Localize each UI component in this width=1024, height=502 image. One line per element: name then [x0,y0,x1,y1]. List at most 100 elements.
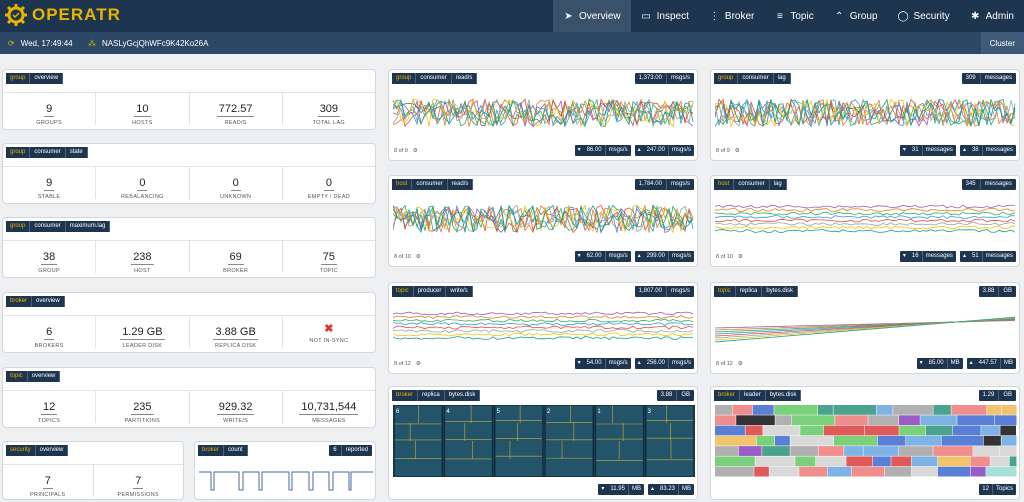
nav-group[interactable]: ⌃ Group [824,0,888,32]
topic-block[interactable] [1000,425,1017,436]
stat-rebalancing[interactable]: 0 REBALANCING [96,167,190,200]
stat-groups[interactable]: 9 GROUPS [3,93,97,126]
topic-block[interactable] [815,456,846,467]
stat-partitions[interactable]: 235 PARTITIONS [96,391,190,424]
topic-block[interactable] [941,435,984,446]
settings-icon[interactable]: ⚙ [738,254,743,260]
settings-icon[interactable]: ⚙ [416,361,421,367]
nav-overview[interactable]: ➤ Overview [552,0,631,32]
topic-block[interactable] [938,456,970,467]
stat-read[interactable]: 772.57 READ/S [190,93,283,126]
stat-broker[interactable]: 69 BROKER [190,241,283,274]
tag[interactable]: broker [198,445,225,456]
series-count[interactable]: 8 of 9 ⚙ [394,148,418,154]
topic-block[interactable] [755,456,795,467]
topic-block[interactable] [933,446,973,456]
topic-block[interactable] [986,466,1017,477]
settings-icon[interactable]: ⚙ [738,361,743,367]
nav-inspect[interactable]: ▭ Inspect [631,0,699,32]
topic-block[interactable] [868,415,899,426]
tag[interactable]: write/s [446,286,473,297]
topic-block[interactable] [877,435,906,446]
tag[interactable]: consumer [734,179,770,190]
tag[interactable]: lag [773,73,791,84]
topic-block[interactable] [715,435,757,446]
settings-icon[interactable]: ⚙ [416,254,421,260]
tag[interactable]: producer [413,286,447,297]
topic-block[interactable] [893,405,933,415]
topic-block[interactable] [999,446,1017,456]
tag[interactable]: leader [740,390,766,401]
tag[interactable]: security [6,445,36,456]
series-count[interactable]: 8 of 10 ⚙ [716,254,743,260]
topic-block[interactable] [792,415,835,426]
tag[interactable]: consumer [738,73,774,84]
topic-block[interactable] [863,446,899,456]
topic-block[interactable] [774,405,818,415]
topic-block[interactable] [846,456,873,467]
tag[interactable]: bytes.disk [762,286,799,297]
topic-block[interactable] [970,456,990,467]
topic-block[interactable] [933,405,951,415]
settings-icon[interactable]: ⚙ [735,148,740,154]
nav-admin[interactable]: ✱ Admin [960,0,1024,32]
tag[interactable]: group [714,73,739,84]
tag[interactable]: overview [35,445,69,456]
topic-block[interactable] [769,466,799,477]
topic-block[interactable] [899,446,933,456]
stat-write[interactable]: 929.32 WRITE/S [190,391,283,424]
nav-security[interactable]: ◯ Security [888,0,960,32]
tag[interactable]: consumer [30,221,66,232]
topic-block[interactable] [827,466,852,477]
topic-block[interactable] [970,466,986,477]
topic-block[interactable] [899,425,926,436]
stat-principals[interactable]: 7 PRINCIPALS [3,465,94,498]
tag[interactable]: replica [735,286,763,297]
topic-block[interactable] [925,425,953,436]
tag[interactable]: overview [30,73,64,84]
stat-leader-disk[interactable]: 1.29 GB LEADER DISK [96,316,190,349]
stat-host[interactable]: 238 HOST [96,241,190,274]
topic-block[interactable] [973,446,999,456]
tag[interactable]: topic [714,286,736,297]
topic-block[interactable] [920,415,957,426]
topic-block[interactable] [823,425,865,436]
tag[interactable]: overview [27,371,61,382]
tag[interactable]: broker [6,296,33,307]
tag[interactable]: host [714,179,735,190]
topic-block[interactable] [898,415,920,426]
topic-block[interactable] [983,435,1001,446]
stat-messages[interactable]: 10,731,544 MESSAGES [283,391,375,424]
topic-block[interactable] [957,415,995,426]
topic-block[interactable] [756,435,775,446]
topic-block[interactable] [762,446,790,456]
topic-block[interactable] [951,405,987,415]
topic-block[interactable] [987,405,1002,415]
series-count[interactable]: 8 of 12 ⚙ [716,361,743,367]
stat-stable[interactable]: 9 STABLE [3,167,97,200]
topic-block[interactable] [844,446,863,456]
tag[interactable]: host [392,179,413,190]
topic-block[interactable] [818,446,844,456]
topic-block[interactable] [833,405,877,415]
topic-block[interactable] [715,456,755,467]
tag[interactable]: bytes.disk [765,390,802,401]
topic-block[interactable] [872,456,891,467]
tag[interactable]: read/s [451,73,478,84]
topic-block[interactable] [732,405,753,415]
tag[interactable]: lag [769,179,787,190]
tag[interactable]: consumer [416,73,452,84]
topic-block[interactable] [745,425,763,436]
stat-topics[interactable]: 12 TOPICS [3,391,97,424]
logo[interactable]: OPERATR [4,3,121,27]
stat-not-in-sync[interactable]: ✖ NOT IN-SYNC [283,316,375,348]
topic-block[interactable] [799,466,827,477]
tag[interactable]: overview [32,296,65,307]
topic-block[interactable] [876,405,893,415]
tag[interactable]: broker [392,390,419,401]
stat-brokers[interactable]: 6 BROKERS [3,316,97,349]
topic-block[interactable] [790,446,818,456]
tag[interactable]: group [6,73,31,84]
stat-total-lag[interactable]: 309 TOTAL LAG [283,93,375,126]
topic-block[interactable] [738,446,762,456]
